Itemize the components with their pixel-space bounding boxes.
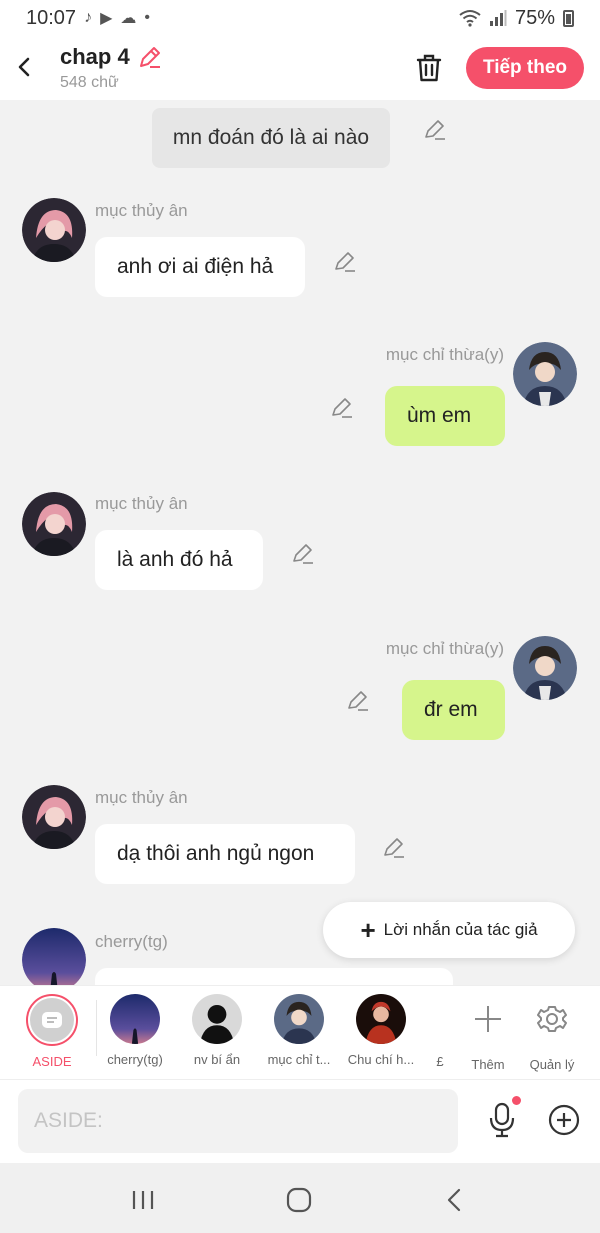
message-bubble[interactable]: ùm em [385,386,505,446]
back-nav-icon[interactable] [440,1185,470,1215]
youtube-icon: ▶ [100,10,113,27]
author-note-label: Lời nhắn của tác giả [383,920,538,939]
character-aside[interactable]: ASIDE [12,994,92,1069]
battery-icon [563,9,574,27]
manage-button[interactable]: Quản lý [512,994,592,1072]
add-circle-icon[interactable] [548,1104,580,1136]
character-label: cherry(tg) [107,1052,163,1067]
character-item[interactable]: cherry(tg) [95,994,175,1067]
sender-name: mục thủy ân [95,494,188,513]
gear-icon [537,1006,567,1032]
avatar[interactable] [22,785,86,849]
input-bar [0,1080,600,1163]
microphone-icon[interactable] [488,1102,516,1138]
edit-icon[interactable] [423,117,447,141]
message-input[interactable] [18,1089,458,1153]
avatar[interactable] [22,928,86,985]
message-bubble[interactable]: dạ thôi anh ngủ ngon [95,824,355,884]
sender-name: mục chỉ thừa(y) [385,639,504,658]
next-chapter-button[interactable]: Tiếp theo [466,47,584,89]
sender-name: mục thủy ân [95,788,188,807]
character-label: Chu chí h... [347,1052,415,1067]
sender-name: mục chỉ thừa(y) [385,345,504,364]
status-bar: 10:07 ♪ ▶ ☁ • 75% [0,0,600,36]
chapter-title-block: chap 4 548 chữ [60,44,162,92]
avatar[interactable] [513,342,577,406]
character-label: ASIDE [32,1054,72,1069]
sender-name: cherry(tg) [95,932,168,951]
character-item[interactable]: nv bí ẩn [177,994,257,1067]
trash-icon[interactable] [414,52,444,84]
tiktok-icon: ♪ [84,9,93,26]
character-item[interactable]: Chu chí h... [341,994,421,1067]
edit-icon[interactable] [382,835,406,859]
edit-icon[interactable] [330,395,354,419]
header: chap 4 548 chữ Tiếp theo [0,36,600,100]
back-button[interactable] [14,52,34,82]
wifi-icon [459,10,481,27]
recording-dot [512,1096,521,1105]
character-bar: ASIDE cherry(tg) nv bí ẩn mục chỉ t... C… [0,985,600,1080]
system-nav-bar [0,1163,600,1233]
sender-name: mục thủy ân [95,201,188,220]
cloud-icon: ☁ [120,10,137,27]
chat-area[interactable]: mn đoán đó là ai nào mục thủy ân anh ơi … [0,100,600,985]
message-bubble[interactable]: anh ơi ai điện hả [95,237,305,297]
character-label: mục chỉ t... [267,1052,331,1067]
aside-bubble[interactable]: mn đoán đó là ai nào [152,108,390,168]
avatar[interactable] [513,636,577,700]
message-bubble[interactable] [95,968,453,985]
edit-icon[interactable] [333,249,357,273]
recent-apps-icon[interactable] [128,1185,158,1215]
plus-icon: + [360,915,376,945]
character-item[interactable]: mục chỉ t... [259,994,339,1067]
plus-icon [475,1006,501,1032]
chevron-left-icon [18,57,30,77]
avatar[interactable] [22,198,86,262]
message-bubble[interactable]: là anh đó hả [95,530,263,590]
aside-icon [42,1012,62,1028]
manage-label: Quản lý [529,1057,575,1072]
message-bubble[interactable]: đr em [402,680,505,740]
page-title: chap 4 [60,44,130,69]
dot-icon: • [144,9,150,26]
battery-percent: 75% [514,6,555,29]
word-count: 548 chữ [60,74,119,91]
edit-title-icon[interactable] [138,45,162,69]
character-label: nv bí ẩn [193,1052,241,1067]
status-time: 10:07 [26,6,77,29]
home-icon[interactable] [284,1185,314,1215]
edit-icon[interactable] [291,541,315,565]
author-note-button[interactable]: + Lời nhắn của tác giả [323,902,575,958]
signal-icon [489,10,507,26]
edit-icon[interactable] [346,688,370,712]
avatar[interactable] [22,492,86,556]
